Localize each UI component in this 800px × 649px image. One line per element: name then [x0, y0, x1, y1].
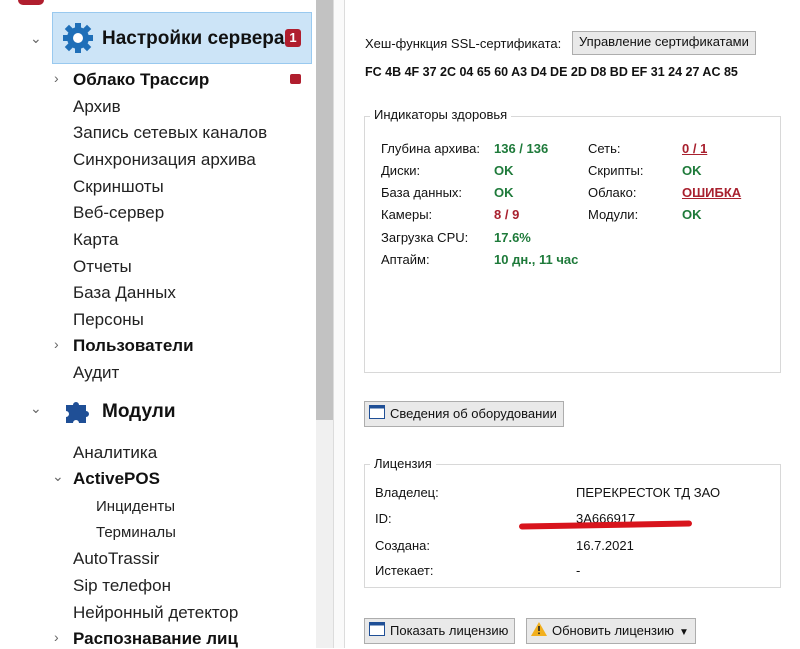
health-label: Сеть: [588, 141, 621, 156]
sidebar-item-network-recording[interactable]: Запись сетевых каналов [73, 123, 267, 143]
update-license-label: Обновить лицензию [552, 623, 675, 638]
sidebar-item-neural-detector[interactable]: Нейронный детектор [73, 603, 238, 623]
health-label: Аптайм: [381, 252, 430, 267]
sidebar-item-database[interactable]: База Данных [73, 283, 176, 303]
expand-chevron-icon[interactable]: › [54, 627, 59, 647]
sidebar-item-users[interactable]: Пользователи [73, 336, 194, 356]
sidebar-item-activepos[interactable]: ActivePOS [73, 469, 160, 489]
sidebar-item-sip-phone[interactable]: Sip телефон [73, 576, 171, 596]
license-created-label: Создана: [375, 538, 430, 553]
health-label: Глубина архива: [381, 141, 480, 156]
collapse-chevron-icon[interactable]: ⌄ [30, 398, 42, 418]
sidebar-item-face-recognition[interactable]: Распознавание лиц [73, 629, 238, 649]
sidebar-item-map[interactable]: Карта [73, 230, 119, 250]
sidebar-item-archive-sync[interactable]: Синхронизация архива [73, 150, 256, 170]
warning-icon [531, 620, 547, 644]
license-group-title: Лицензия [370, 456, 436, 472]
server-settings-label: Настройки сервера [102, 28, 285, 49]
health-label: Модули: [588, 207, 639, 222]
health-label: Скрипты: [588, 163, 644, 178]
health-label: Диски: [381, 163, 421, 178]
health-value: 136 / 136 [494, 141, 549, 156]
update-license-button[interactable]: Обновить лицензию ▼ [526, 618, 696, 644]
health-value: OK [682, 207, 702, 222]
puzzle-icon [66, 402, 89, 423]
license-expires-label: Истекает: [375, 563, 434, 578]
ssl-hash-label: Хеш-функция SSL-сертификата: [365, 36, 562, 51]
sidebar-item-analytics[interactable]: Аналитика [73, 443, 157, 463]
sidebar-item-persons[interactable]: Персоны [73, 310, 144, 330]
dropdown-arrow-icon[interactable]: ▼ [679, 627, 689, 638]
cloud-status-indicator [290, 74, 301, 84]
show-license-button[interactable]: Показать лицензию [364, 618, 516, 644]
health-value: OK [682, 163, 702, 178]
manage-certificates-button[interactable]: Управление сертификатами [572, 31, 756, 55]
gear-icon [63, 23, 93, 53]
health-label: Загрузка CPU: [381, 230, 469, 245]
sidebar-item-archive[interactable]: Архив [73, 97, 121, 117]
modules-label: Модули [102, 401, 176, 422]
hardware-info-button[interactable]: Сведения об оборудовании [364, 401, 564, 427]
top-tab-marker [18, 0, 44, 5]
window-icon [369, 403, 385, 427]
sidebar-item-screenshots[interactable]: Скриншоты [73, 177, 164, 197]
sidebar-item-autotrassir[interactable]: AutoTrassir [73, 549, 159, 569]
sidebar-scroll-thumb[interactable] [316, 0, 333, 420]
license-expires-value: - [576, 563, 581, 578]
sidebar: ⌄ Настройки сервера 1 › Облако Трассир А… [0, 0, 316, 648]
health-group-title: Индикаторы здоровья [370, 107, 512, 123]
health-label: База данных: [381, 185, 463, 200]
sidebar-item-audit[interactable]: Аудит [73, 363, 119, 383]
health-value: OK [494, 185, 514, 200]
license-owner-label: Владелец: [375, 485, 439, 500]
health-value: 8 / 9 [494, 207, 520, 222]
expand-chevron-icon[interactable]: › [54, 68, 59, 88]
health-label: Камеры: [381, 207, 433, 222]
network-status-link[interactable]: 0 / 1 [682, 141, 707, 157]
ssl-hash-value: FC 4B 4F 37 2C 04 65 60 A3 D4 DE 2D D8 B… [365, 65, 738, 79]
health-value: 17.6% [494, 230, 531, 245]
collapse-chevron-icon[interactable]: ⌄ [52, 466, 64, 486]
panel-splitter[interactable] [333, 0, 345, 648]
sidebar-item-incidents[interactable]: Инциденты [96, 497, 175, 517]
hardware-info-label: Сведения об оборудовании [390, 406, 557, 421]
main-panel: Хеш-функция SSL-сертификата: Управление … [345, 0, 800, 648]
license-created-value: 16.7.2021 [576, 538, 634, 553]
license-id-label: ID: [375, 511, 392, 526]
health-value: 10 дн., 11 час [494, 252, 579, 267]
health-value: OK [494, 163, 514, 178]
sidebar-item-terminals[interactable]: Терминалы [96, 523, 176, 543]
license-owner-value: ПЕРЕКРЕСТОК ТД ЗАО [576, 485, 721, 500]
show-license-label: Показать лицензию [390, 623, 509, 638]
window-icon [369, 620, 385, 644]
collapse-chevron-icon[interactable]: ⌄ [30, 28, 42, 48]
expand-chevron-icon[interactable]: › [54, 334, 59, 354]
health-label: Облако: [588, 185, 637, 200]
cloud-error-link[interactable]: ОШИБКА [682, 185, 741, 201]
sidebar-item-reports[interactable]: Отчеты [73, 257, 132, 277]
sidebar-item-trassir-cloud[interactable]: Облако Трассир [73, 70, 209, 90]
sidebar-item-web-server[interactable]: Веб-сервер [73, 203, 164, 223]
server-settings-badge: 1 [285, 29, 301, 47]
